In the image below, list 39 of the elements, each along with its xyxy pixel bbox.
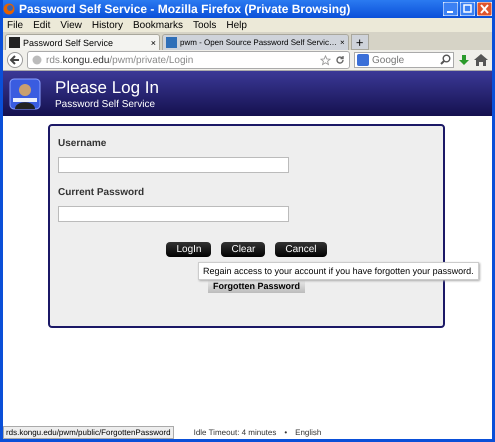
field-label: Current Password xyxy=(58,187,146,198)
menu-item[interactable]: History xyxy=(92,20,123,30)
menu-item[interactable]: Tools xyxy=(193,20,216,30)
home-icon[interactable] xyxy=(474,54,488,66)
language-link[interactable]: English xyxy=(295,428,322,437)
search-icon[interactable] xyxy=(440,54,451,65)
menu-item[interactable]: View xyxy=(60,20,82,30)
tooltip: Regain access to your account if you have forgotten your password. xyxy=(198,262,479,280)
address-bar[interactable]: rds.kongu.edu/pwm/private/Login xyxy=(27,51,350,69)
tab-close-button[interactable]: × xyxy=(150,38,156,48)
field-label: Username xyxy=(58,138,108,149)
input-field[interactable] xyxy=(58,206,289,222)
window-title: Password Self Service - Mozilla Firefox (Private Browsing) xyxy=(19,2,352,16)
menu-item[interactable]: Bookmarks xyxy=(132,20,183,30)
page-subtitle: Password Self Service xyxy=(55,98,156,110)
form-button[interactable]: Clear xyxy=(221,242,266,257)
menu-item[interactable]: File xyxy=(7,20,24,30)
download-icon[interactable] xyxy=(458,54,470,66)
tab-close-button[interactable]: × xyxy=(340,38,345,47)
idle-timeout-text: Idle Timeout: 4 minutes xyxy=(194,428,276,437)
minimize-button[interactable] xyxy=(443,2,458,16)
reload-icon[interactable] xyxy=(335,55,345,65)
new-tab-button[interactable]: + xyxy=(350,34,369,50)
page-title: Please Log In xyxy=(55,78,159,98)
browser-tab[interactable]: pwm - Open Source Password Self Servic… × xyxy=(162,34,349,50)
maximize-button[interactable] xyxy=(460,2,475,16)
menu-item[interactable]: Edit xyxy=(33,20,50,30)
input-field[interactable] xyxy=(58,157,289,173)
menu-item[interactable]: Help xyxy=(226,20,247,30)
form-button[interactable]: Cancel xyxy=(275,242,327,257)
form-button[interactable]: LogIn xyxy=(166,242,212,257)
user-avatar-icon xyxy=(9,78,41,110)
star-icon[interactable] xyxy=(320,54,331,66)
separator-dot: • xyxy=(284,428,288,437)
status-url: rds.kongu.edu/pwm/public/ForgottenPassword xyxy=(3,426,174,439)
back-button[interactable] xyxy=(7,52,23,68)
close-button[interactable] xyxy=(477,2,492,16)
forgotten-password-button[interactable]: Forgotten Password xyxy=(208,279,306,293)
browser-tab[interactable]: Password Self Service × xyxy=(5,34,160,50)
